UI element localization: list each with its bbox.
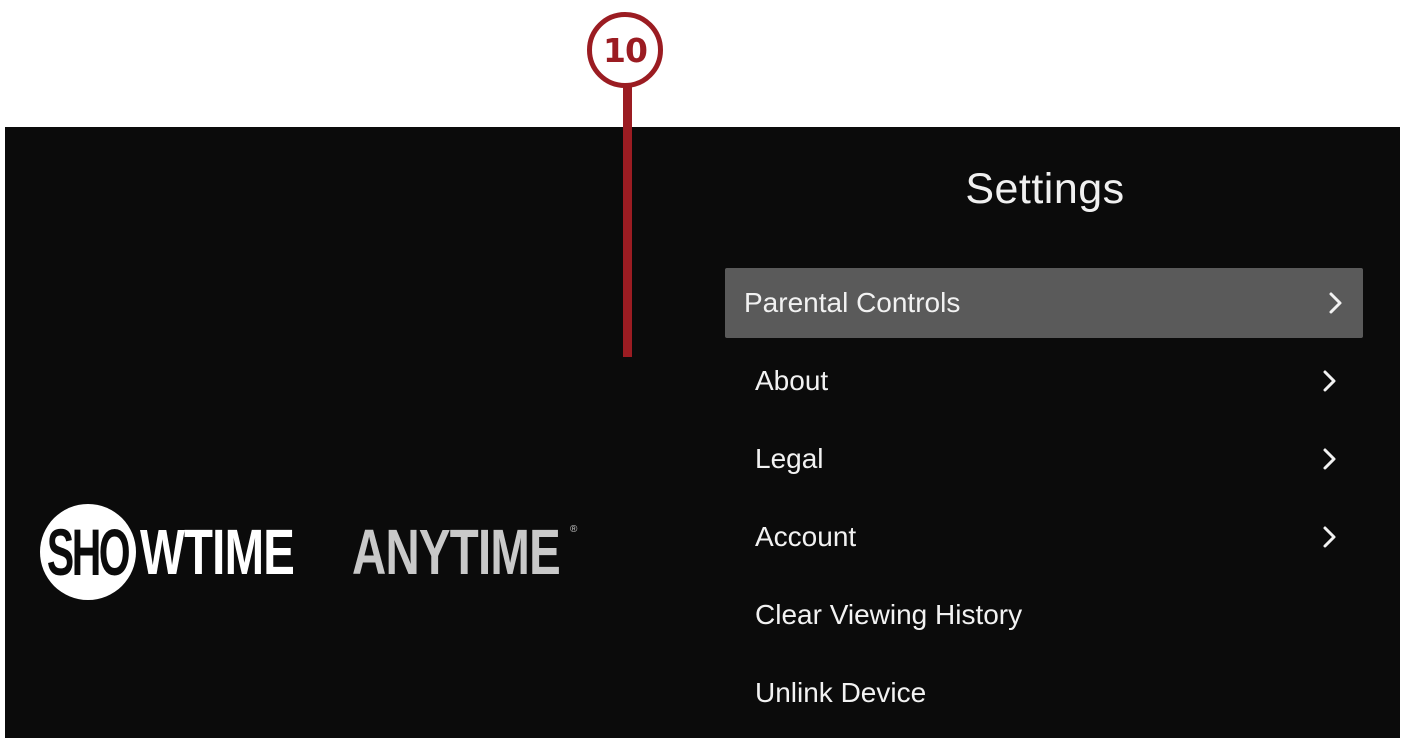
callout-badge: 10 bbox=[587, 12, 663, 88]
menu-item-clear-viewing-history[interactable]: Clear Viewing History bbox=[725, 580, 1363, 650]
menu-item-unlink-device[interactable]: Unlink Device bbox=[725, 658, 1363, 728]
tv-screen: SHO WTIME ANYTIME ® Settings Parental Co… bbox=[5, 127, 1400, 738]
chevron-right-icon bbox=[1319, 446, 1341, 472]
menu-item-label: About bbox=[755, 365, 829, 396]
menu-item-parental-controls[interactable]: Parental Controls bbox=[725, 268, 1363, 338]
chevron-right-icon bbox=[1319, 524, 1341, 550]
chevron-right-icon bbox=[1325, 290, 1347, 316]
page-title: Settings bbox=[965, 165, 1125, 213]
menu-item-account[interactable]: Account bbox=[725, 502, 1363, 572]
menu-item-label: Legal bbox=[755, 443, 824, 474]
logo-badge: SHO bbox=[40, 504, 136, 600]
menu-item-label: Account bbox=[755, 521, 857, 552]
menu-item-label: Clear Viewing History bbox=[755, 599, 1023, 630]
logo-word-showtime: WTIME bbox=[140, 516, 295, 588]
showtime-anytime-logo: SHO WTIME ANYTIME ® bbox=[40, 502, 578, 602]
logo-word-anytime: ANYTIME bbox=[352, 516, 561, 588]
logo-registered-mark: ® bbox=[570, 524, 578, 535]
settings-menu: Parental Controls About Legal Account Cl… bbox=[725, 268, 1363, 736]
logo-badge-text: SHO bbox=[47, 515, 131, 589]
callout-pointer-line bbox=[623, 86, 632, 357]
menu-item-legal[interactable]: Legal bbox=[725, 424, 1363, 494]
menu-item-label: Unlink Device bbox=[755, 677, 927, 708]
figure-canvas: 10 SHO WTIME ANYTIME ® Settings Parental… bbox=[0, 0, 1405, 738]
chevron-right-icon bbox=[1319, 368, 1341, 394]
menu-item-about[interactable]: About bbox=[725, 346, 1363, 416]
menu-item-label: Parental Controls bbox=[744, 287, 961, 318]
callout-number: 10 bbox=[603, 30, 648, 70]
